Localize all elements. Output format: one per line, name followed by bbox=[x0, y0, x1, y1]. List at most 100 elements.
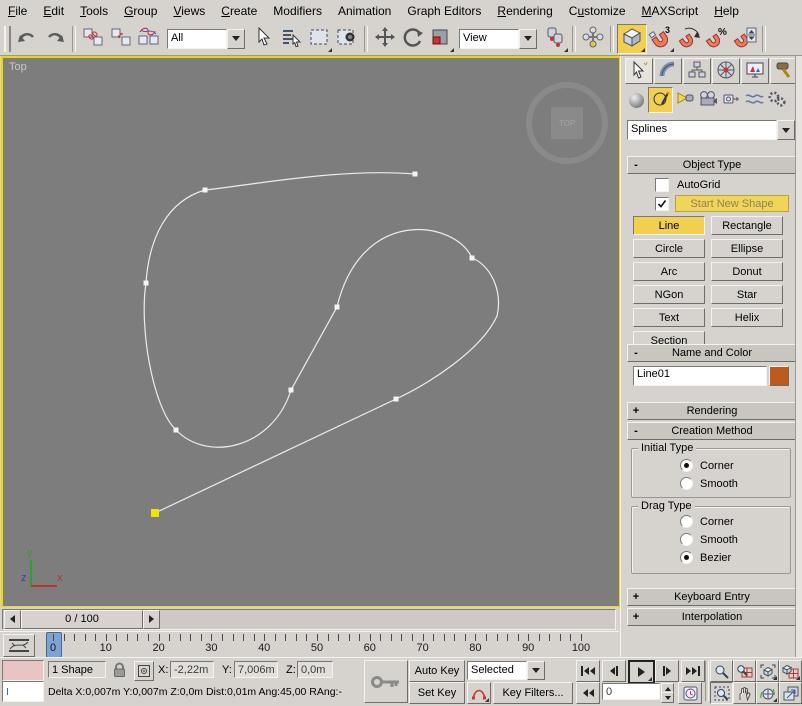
menu-item-maxscript[interactable]: MAXScript bbox=[634, 1, 707, 21]
panel-scrollbar[interactable] bbox=[795, 56, 802, 657]
snap-angle-button[interactable] bbox=[675, 25, 703, 53]
unlink-selection-button[interactable] bbox=[107, 25, 135, 53]
snaps-toggle-button[interactable] bbox=[617, 24, 647, 54]
mini-curve-editor-button[interactable] bbox=[3, 634, 35, 657]
x-coord-field[interactable]: -2,22m bbox=[170, 661, 214, 678]
time-slider-prev-button[interactable] bbox=[4, 610, 21, 629]
shape-category-dropdown[interactable]: Splines bbox=[627, 120, 795, 140]
next-frame-button[interactable] bbox=[655, 660, 679, 682]
percent-snap-toggle-button[interactable]: % bbox=[703, 25, 731, 53]
timeline-ruler[interactable]: 0102030405060708090100 bbox=[38, 632, 618, 658]
tab-create[interactable] bbox=[625, 58, 653, 84]
rollout-keyboard-entry[interactable]: + Keyboard Entry bbox=[627, 588, 797, 606]
spline-vertex[interactable] bbox=[203, 188, 208, 193]
maxscript-listener-line1[interactable] bbox=[2, 660, 44, 681]
space-warps-category-button[interactable] bbox=[742, 88, 765, 112]
rollout-name-and-color[interactable]: - Name and Color bbox=[627, 344, 797, 362]
key-selection-arrow[interactable] bbox=[527, 661, 545, 680]
window-crossing-toggle-button[interactable] bbox=[333, 25, 361, 53]
current-frame-field[interactable]: 0 bbox=[602, 683, 660, 700]
select-object-button[interactable] bbox=[249, 25, 277, 53]
menu-item-create[interactable]: Create bbox=[213, 1, 265, 21]
menu-item-edit[interactable]: Edit bbox=[35, 1, 72, 21]
smooth-radio[interactable] bbox=[680, 533, 693, 546]
auto-key-button[interactable]: Auto Key bbox=[409, 660, 465, 682]
selection-filter-arrow[interactable] bbox=[227, 29, 245, 49]
region-zoom-button[interactable] bbox=[710, 682, 733, 704]
corner-radio[interactable] bbox=[680, 459, 693, 472]
select-and-manipulate-button[interactable] bbox=[579, 25, 607, 53]
angle-snap-toggle-button[interactable]: 3 bbox=[647, 25, 675, 53]
go-to-end-button[interactable] bbox=[681, 660, 705, 682]
autogrid-checkbox[interactable] bbox=[655, 178, 669, 192]
z-coord-field[interactable]: 0,0m bbox=[297, 661, 333, 678]
object-type-rectangle-button[interactable]: Rectangle bbox=[711, 216, 783, 235]
shape-category-arrow[interactable] bbox=[777, 120, 795, 140]
absolute-offset-mode-toggle[interactable] bbox=[134, 661, 154, 681]
select-and-link-button[interactable] bbox=[79, 25, 107, 53]
menu-item-help[interactable]: Help bbox=[706, 1, 747, 21]
rollout-interpolation[interactable]: + Interpolation bbox=[627, 608, 797, 626]
object-type-arc-button[interactable]: Arc bbox=[633, 262, 705, 281]
previous-frame-button[interactable] bbox=[602, 660, 626, 682]
zoom-button[interactable] bbox=[710, 660, 733, 682]
menu-item-views[interactable]: Views bbox=[165, 1, 213, 21]
arc-rotate-button[interactable] bbox=[756, 682, 779, 704]
cameras-category-button[interactable] bbox=[696, 88, 719, 112]
smooth-radio[interactable] bbox=[680, 477, 693, 490]
toolbar-grip[interactable] bbox=[4, 26, 11, 52]
bezier-radio[interactable] bbox=[680, 551, 693, 564]
menu-item-rendering[interactable]: Rendering bbox=[489, 1, 560, 21]
tab-utilities[interactable] bbox=[770, 58, 798, 84]
tab-hierarchy[interactable] bbox=[683, 58, 711, 84]
maxscript-listener-line2[interactable] bbox=[2, 681, 44, 702]
spline-vertex[interactable] bbox=[174, 428, 179, 433]
object-type-line-button[interactable]: Line bbox=[633, 216, 705, 235]
menu-item-animation[interactable]: Animation bbox=[330, 1, 399, 21]
rollout-object-type[interactable]: - Object Type bbox=[627, 156, 797, 174]
key-selection-set-dropdown[interactable]: Selected bbox=[467, 661, 545, 680]
object-type-ellipse-button[interactable]: Ellipse bbox=[711, 239, 783, 258]
systems-category-button[interactable] bbox=[765, 88, 788, 112]
time-slider-handle[interactable]: 0 / 100 bbox=[21, 610, 143, 629]
viewport-top[interactable]: Top TOP y x z bbox=[1, 56, 621, 608]
undo-button[interactable] bbox=[13, 25, 41, 53]
time-slider-track[interactable]: 0 / 100 bbox=[2, 609, 616, 630]
go-to-start-button[interactable] bbox=[576, 660, 600, 682]
spline-vertex[interactable] bbox=[335, 305, 340, 310]
object-type-text-button[interactable]: Text bbox=[633, 308, 705, 327]
object-color-swatch[interactable] bbox=[769, 366, 789, 386]
reference-coordinate-system-dropdown[interactable]: View bbox=[459, 29, 537, 49]
bind-to-space-warp-button[interactable] bbox=[135, 25, 163, 53]
time-slider-next-button[interactable] bbox=[143, 610, 160, 629]
selection-lock-toggle[interactable] bbox=[112, 662, 127, 681]
select-and-scale-button[interactable] bbox=[427, 25, 455, 53]
select-and-rotate-button[interactable] bbox=[399, 25, 427, 53]
object-type-ngon-button[interactable]: NGon bbox=[633, 285, 705, 304]
tab-motion[interactable] bbox=[712, 58, 740, 84]
rollout-creation-method[interactable]: - Creation Method bbox=[627, 422, 797, 440]
key-filters-button[interactable]: Key Filters... bbox=[493, 682, 573, 704]
set-key-button[interactable]: Set Key bbox=[409, 682, 465, 704]
object-type-donut-button[interactable]: Donut bbox=[711, 262, 783, 281]
tab-display[interactable] bbox=[741, 58, 769, 84]
use-pivot-point-center-button[interactable] bbox=[541, 25, 569, 53]
lights-category-button[interactable] bbox=[673, 88, 696, 112]
spinner-snap-toggle-button[interactable] bbox=[731, 25, 759, 53]
spline-vertex[interactable] bbox=[394, 397, 399, 402]
maximize-viewport-toggle-button[interactable] bbox=[779, 682, 802, 704]
geometry-category-button[interactable] bbox=[625, 88, 648, 112]
play-animation-button[interactable] bbox=[628, 660, 655, 684]
object-type-star-button[interactable]: Star bbox=[711, 285, 783, 304]
start-new-shape-checkbox[interactable] bbox=[655, 197, 669, 211]
spline-vertex[interactable] bbox=[289, 388, 294, 393]
rectangular-selection-region-button[interactable] bbox=[305, 25, 333, 53]
spline-vertex[interactable] bbox=[470, 256, 475, 261]
menu-item-modifiers[interactable]: Modifiers bbox=[265, 1, 330, 21]
rollout-rendering[interactable]: + Rendering bbox=[627, 402, 797, 420]
menu-item-group[interactable]: Group bbox=[116, 1, 165, 21]
object-name-field[interactable]: Line01 bbox=[633, 366, 767, 386]
tab-modify[interactable] bbox=[654, 58, 682, 84]
start-new-shape-button[interactable]: Start New Shape bbox=[675, 195, 789, 212]
spline-vertex[interactable] bbox=[144, 281, 149, 286]
